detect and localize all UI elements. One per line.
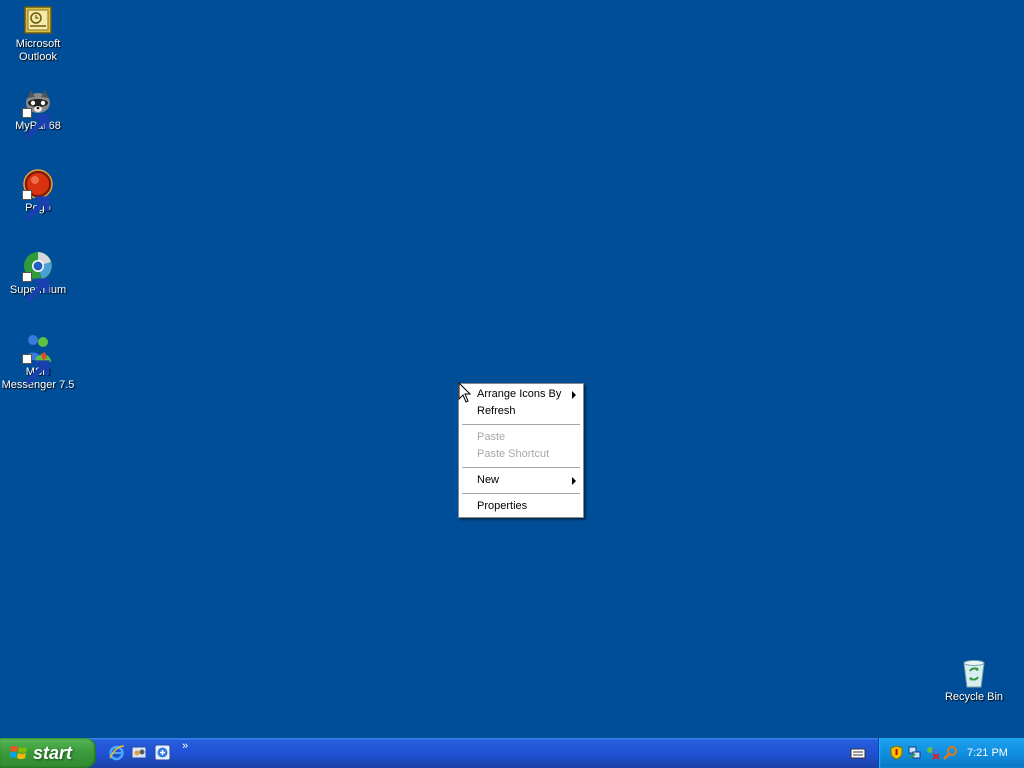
shortcut-arrow-icon (22, 272, 50, 303)
desktop-icon-pego[interactable]: Pego (0, 168, 76, 221)
desktop-icon-msn-messenger[interactable]: MSN Messenger 7.5 (0, 332, 76, 392)
show-desktop-icon[interactable] (131, 744, 148, 761)
internet-explorer-icon[interactable] (108, 744, 125, 761)
desktop-icon-label: Microsoft (15, 38, 61, 50)
shortcut-arrow-icon (22, 108, 50, 139)
menu-separator (462, 467, 580, 468)
menu-item-paste: Paste (459, 429, 583, 446)
shortcut-arrow-icon (22, 190, 50, 221)
menu-item-label: Paste (477, 431, 506, 443)
pego-icon (22, 168, 54, 221)
messenger-tray-icon[interactable] (925, 745, 940, 760)
desktop-icon-recycle-bin[interactable]: Recycle Bin (936, 657, 1012, 704)
menu-item-arrange-icons-by[interactable]: Arrange Icons By (459, 386, 583, 403)
outlook-icon (22, 4, 54, 36)
desktop-icon-label: Recycle Bin (944, 691, 1004, 703)
menu-item-label: Arrange Icons By (477, 388, 562, 400)
windows-logo-icon (10, 746, 27, 759)
supermium-icon (22, 250, 54, 303)
taskbar: start » 7:21 PM (0, 738, 1024, 768)
menu-item-label: Paste Shortcut (477, 448, 550, 460)
keyboard-language-icon[interactable] (850, 746, 866, 760)
menu-separator (462, 493, 580, 494)
desktop-icon-supermium[interactable]: Supermium (0, 250, 76, 303)
menu-separator (462, 424, 580, 425)
quick-launch-overflow[interactable]: » (182, 740, 188, 752)
menu-item-new[interactable]: New (459, 472, 583, 489)
start-label: start (33, 743, 73, 763)
menu-item-properties[interactable]: Properties (459, 498, 583, 515)
menu-item-paste-shortcut: Paste Shortcut (459, 446, 583, 463)
submenu-arrow-icon (572, 477, 576, 485)
mypal-quick-icon[interactable] (154, 744, 171, 761)
desktop-icon-mypal[interactable]: MyPal 68 (0, 86, 76, 139)
desktop-context-menu: Arrange Icons By Refresh Paste Paste Sho… (458, 383, 584, 518)
msn-messenger-icon (22, 332, 54, 385)
menu-item-label: Refresh (477, 405, 516, 417)
submenu-arrow-icon (572, 391, 576, 399)
network-icon[interactable] (907, 745, 922, 760)
start-button[interactable]: start (0, 738, 96, 768)
shortcut-arrow-icon (22, 354, 50, 385)
search-tray-icon[interactable] (943, 745, 958, 760)
desktop-icon-outlook[interactable]: Microsoft Outlook (0, 4, 76, 64)
menu-item-label: Properties (477, 500, 528, 512)
system-tray: 7:21 PM (878, 738, 1024, 768)
mouse-cursor-icon (458, 382, 472, 403)
desktop-icon-label-line2: Outlook (19, 51, 57, 63)
menu-item-refresh[interactable]: Refresh (459, 403, 583, 420)
menu-item-label: New (477, 474, 500, 486)
security-shield-icon[interactable] (889, 745, 904, 760)
taskbar-clock[interactable]: 7:21 PM (967, 738, 1008, 768)
recycle-bin-icon (958, 657, 990, 689)
mypal-icon (22, 86, 54, 139)
